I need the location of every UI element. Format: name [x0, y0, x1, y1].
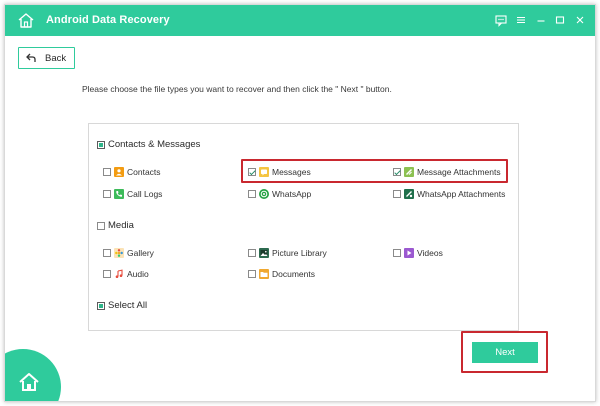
home-icon	[18, 372, 40, 392]
media-checkbox[interactable]	[97, 222, 105, 230]
feedback-icon[interactable]	[494, 13, 508, 27]
call-logs-checkbox[interactable]	[103, 190, 111, 198]
file-type-panel	[88, 123, 519, 331]
documents-icon	[259, 269, 269, 279]
contacts-messages-checkbox[interactable]	[97, 141, 105, 149]
home-icon[interactable]	[17, 12, 35, 29]
audio-icon	[114, 269, 124, 279]
select-all-label: Select All	[108, 300, 148, 311]
videos-icon	[404, 248, 414, 258]
close-icon[interactable]	[573, 13, 587, 27]
contacts-messages-label: Contacts & Messages	[108, 139, 201, 150]
videos-checkbox[interactable]	[393, 249, 401, 257]
back-arrow-icon	[26, 53, 36, 63]
call-logs-label: Call Logs	[127, 189, 163, 199]
instruction-text: Please choose the file types you want to…	[82, 84, 392, 94]
menu-icon[interactable]	[514, 13, 528, 27]
app-window: Android Data Recovery Back Please choose…	[4, 4, 596, 402]
whatsapp-attachments-label: WhatsApp Attachments	[417, 189, 506, 199]
documents-label: Documents	[272, 269, 315, 279]
messages-highlight-box	[241, 159, 508, 183]
picture-library-checkbox[interactable]	[248, 249, 256, 257]
documents-checkbox[interactable]	[248, 270, 256, 278]
whatsapp-checkbox[interactable]	[248, 190, 256, 198]
gallery-icon	[114, 248, 124, 258]
picture-library-icon	[259, 248, 269, 258]
picture-library-label: Picture Library	[272, 248, 327, 258]
videos-label: Videos	[417, 248, 443, 258]
whatsapp-label: WhatsApp	[272, 189, 312, 199]
back-button-label: Back	[45, 53, 67, 64]
contacts-checkbox[interactable]	[103, 168, 111, 176]
gallery-checkbox[interactable]	[103, 249, 111, 257]
whatsapp-attachment-icon	[404, 189, 414, 199]
audio-checkbox[interactable]	[103, 270, 111, 278]
app-title: Android Data Recovery	[46, 14, 170, 26]
select-all-checkbox[interactable]	[97, 302, 105, 310]
next-button[interactable]: Next	[472, 342, 538, 363]
minimize-icon[interactable]	[534, 13, 548, 27]
contacts-icon	[114, 167, 124, 177]
whatsapp-attachments-checkbox[interactable]	[393, 190, 401, 198]
call-logs-icon	[114, 189, 124, 199]
audio-label: Audio	[127, 269, 149, 279]
back-button[interactable]: Back	[18, 47, 75, 69]
gallery-label: Gallery	[127, 248, 154, 258]
title-bar: Android Data Recovery	[5, 5, 595, 36]
contacts-label: Contacts	[127, 167, 161, 177]
whatsapp-icon	[259, 189, 269, 199]
maximize-icon[interactable]	[553, 13, 567, 27]
media-label: Media	[108, 220, 134, 231]
